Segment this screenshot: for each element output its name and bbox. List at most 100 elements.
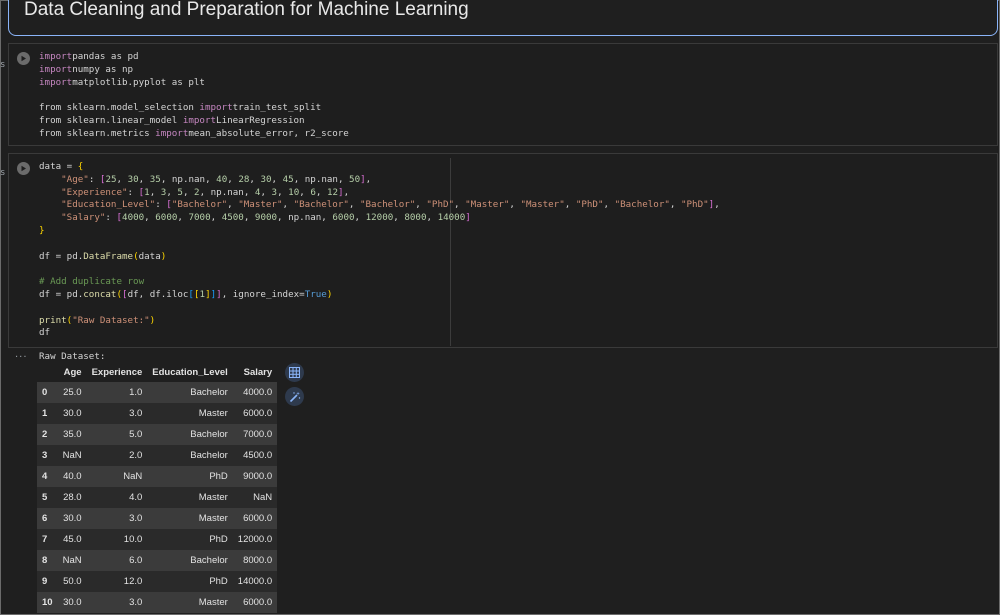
code-token: 10 <box>288 186 300 198</box>
code-line: "Experience": [1, 3, 5, 2, np.nan, 4, 3,… <box>39 187 720 200</box>
table-row: 9 50.0 12.0 PhD 14000.0 <box>37 571 278 592</box>
code-token: , <box>227 173 239 185</box>
code-token: 4500 <box>221 212 244 224</box>
output-text: Raw Dataset: <box>39 351 106 362</box>
code-token: import <box>155 127 189 139</box>
code-line: from sklearn.linear_model importLinearRe… <box>39 115 349 128</box>
code-token: from sklearn.metrics <box>39 127 156 139</box>
table-cell: 35.0 <box>57 424 87 445</box>
code-token: 28 <box>238 173 250 185</box>
table-row: 10 30.0 3.0 Master 6000.0 <box>37 592 278 613</box>
table-cell: PhD <box>147 529 233 550</box>
code-line: df = pd.DataFrame(data) <box>39 251 720 264</box>
table-header-row: Age Experience Education_Level Salary <box>37 363 277 382</box>
table-row: 2 35.0 5.0 Bachelor 7000.0 <box>37 424 278 445</box>
code-token: , <box>282 199 294 211</box>
code-token: df = pd. <box>39 250 84 262</box>
code-token: , <box>343 186 350 198</box>
code-token: import <box>39 76 73 88</box>
code-token: import <box>39 51 73 62</box>
code-line: importnumpy as np <box>39 64 349 77</box>
row-index: 0 <box>37 382 58 403</box>
code-token: , <box>564 199 576 211</box>
table-cell: 30.0 <box>57 592 87 613</box>
code-token: # Add duplicate row <box>39 276 145 288</box>
code-token: "Raw Dataset:" <box>72 314 150 326</box>
code-token: 25 <box>105 173 117 185</box>
table-cell: 9000.0 <box>232 466 278 487</box>
table-cell: 6.0 <box>86 550 148 571</box>
table-cell: 14000.0 <box>232 571 278 592</box>
code-token: , <box>415 199 427 211</box>
code-token: ] <box>465 212 471 224</box>
table-row: 6 30.0 3.0 Master 6000.0 <box>37 508 278 529</box>
code-editor-imports[interactable]: importpandas as pd importnumpy as np impor… <box>39 51 349 141</box>
table-cell: 10.0 <box>86 529 148 550</box>
code-token: , np.nan, <box>160 173 217 185</box>
code-token: , <box>149 186 161 198</box>
code-line: print("Raw Dataset:") <box>39 315 720 328</box>
code-token: LinearRegression <box>216 114 305 126</box>
table-cell: 45.0 <box>57 529 87 550</box>
table-cell: Bachelor <box>147 550 233 571</box>
row-index: 9 <box>37 571 58 592</box>
code-token: 12000 <box>365 212 394 224</box>
run-cell-button[interactable] <box>17 162 30 175</box>
output-menu-button[interactable]: ... <box>15 349 28 360</box>
code-token: { <box>77 161 84 172</box>
code-token: "PhD" <box>680 199 709 211</box>
code-token: : <box>155 199 167 211</box>
suggest-charts-button[interactable] <box>285 387 304 406</box>
code-token: import <box>199 102 233 114</box>
table-row: 0 25.0 1.0 Bachelor 4000.0 <box>37 382 278 403</box>
column-header: Salary <box>243 367 273 378</box>
code-token: "Bachelor" <box>171 199 228 211</box>
table-cell: 3.0 <box>86 508 148 529</box>
dataframe-table: Age Experience Education_Level Salary 0 25.0… <box>37 363 278 613</box>
code-line: importmatplotlib.pyplot as plt <box>39 77 349 90</box>
table-row: 5 28.0 4.0 Master NaN <box>37 487 278 508</box>
code-token: "Master" <box>520 199 565 211</box>
table-row: 1 30.0 3.0 Master 6000.0 <box>37 403 278 424</box>
code-token: , <box>271 173 283 185</box>
code-token: df <box>39 327 51 339</box>
code-token: 30 <box>260 173 272 185</box>
title-cell[interactable]: Data Cleaning and Preparation for Machin… <box>8 0 998 36</box>
table-cell: NaN <box>57 550 87 571</box>
code-token: df, df.iloc <box>127 288 189 300</box>
code-token: "PhD" <box>426 199 455 211</box>
table-cell: 6000.0 <box>232 403 278 424</box>
code-token: , <box>315 186 327 198</box>
code-token: , <box>138 173 150 185</box>
table-cell: 50.0 <box>57 571 87 592</box>
table-cell: 7000.0 <box>232 424 278 445</box>
code-editor-data[interactable]: data = { "Age": [25, 30, 35, np.nan, 40,… <box>39 161 720 340</box>
code-token: , <box>277 186 289 198</box>
code-token: , <box>509 199 521 211</box>
code-line: data = { <box>39 161 720 174</box>
code-token: train_test_split <box>232 102 322 114</box>
code-token: "Bachelor" <box>614 199 670 211</box>
table-cell: 5.0 <box>86 424 148 445</box>
code-token: , <box>177 212 189 224</box>
code-token: , <box>393 212 405 224</box>
code-token: 6000 <box>155 212 178 224</box>
code-line: # Add duplicate row <box>39 276 720 289</box>
convert-to-interactive-button[interactable] <box>285 363 304 382</box>
run-cell-button[interactable] <box>17 52 30 65</box>
code-token: 6000 <box>332 212 355 224</box>
row-index: 8 <box>37 550 58 571</box>
table-cell: Bachelor <box>147 445 233 466</box>
code-token: matplotlib.pyplot as plt <box>72 76 205 88</box>
table-cell: 6000.0 <box>232 592 278 613</box>
code-token: 30 <box>127 173 139 185</box>
row-index: 3 <box>37 445 58 466</box>
code-line: "Salary": [4000, 6000, 7000, 4500, 9000,… <box>39 212 720 225</box>
table-cell: 40.0 <box>57 466 87 487</box>
code-token: "Education_Level" <box>61 199 156 211</box>
row-index: 1 <box>37 403 58 424</box>
code-token: , np.nan, <box>293 173 350 185</box>
code-token: , <box>166 186 178 198</box>
